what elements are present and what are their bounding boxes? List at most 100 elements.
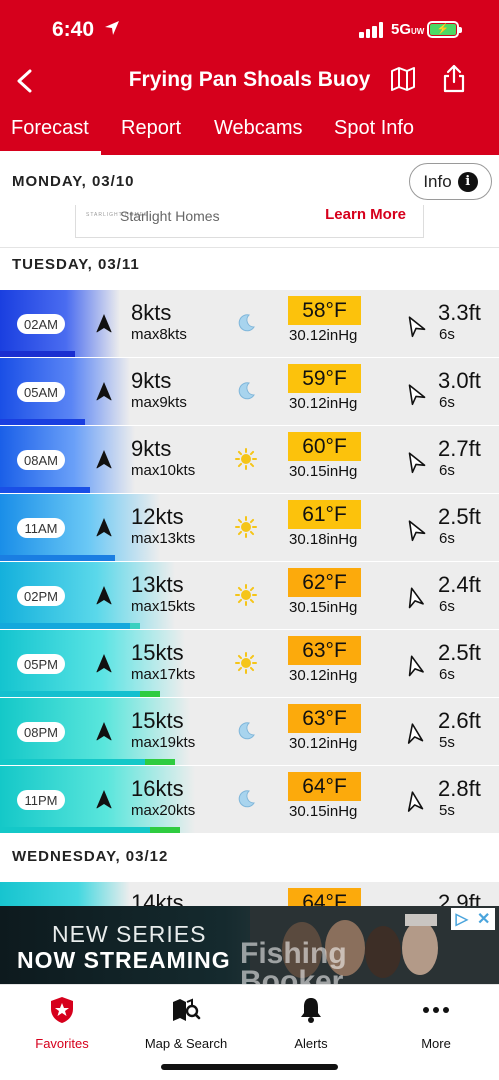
wave-height: 2.7ft bbox=[438, 436, 481, 461]
time-label: 08PM bbox=[17, 722, 65, 742]
wind-bar bbox=[0, 555, 115, 561]
temperature: 62°F bbox=[288, 568, 361, 597]
wind-gust: max13kts bbox=[131, 530, 196, 547]
nav-favorites[interactable]: Favorites bbox=[7, 995, 117, 1051]
ad-choices-button[interactable]: ▷ ✕ bbox=[451, 908, 495, 930]
forecast-row[interactable]: 02PM 13kts max15kts 62°F 30.15inHg 2.4ft 6s bbox=[0, 562, 499, 629]
sun-icon bbox=[235, 516, 257, 538]
temperature: 61°F bbox=[288, 500, 361, 529]
pressure: 30.15inHg bbox=[289, 463, 358, 480]
wind-bar bbox=[0, 419, 85, 425]
temperature: 64°F bbox=[288, 888, 361, 906]
wind-bar bbox=[0, 623, 130, 629]
forecast-row[interactable]: 08AM 9kts max10kts 60°F 30.15inHg 2.7ft 6s bbox=[0, 426, 499, 493]
wind-gust: max10kts bbox=[131, 462, 196, 479]
tab-webcams[interactable]: Webcams bbox=[214, 117, 303, 140]
wave-period: 6s bbox=[439, 326, 455, 343]
banner-ad-line1: NEW SERIES bbox=[52, 921, 207, 947]
star-badge-icon bbox=[51, 997, 73, 1023]
gust-bar bbox=[130, 623, 140, 629]
wind-gust: max17kts bbox=[131, 666, 196, 683]
nav-more[interactable]: More bbox=[381, 995, 491, 1051]
pressure: 30.12inHg bbox=[289, 667, 358, 684]
tab-spot-info[interactable]: Spot Info bbox=[334, 117, 414, 140]
forecast-row[interactable]: 11AM 12kts max13kts 61°F 30.18inHg 2.5ft 6s bbox=[0, 494, 499, 561]
sun-icon bbox=[235, 584, 257, 606]
forecast-row[interactable]: 11PM 16kts max20kts 64°F 30.15inHg 2.8ft 5s bbox=[0, 766, 499, 833]
moon-icon bbox=[238, 722, 255, 740]
location-arrow-icon bbox=[105, 21, 119, 35]
pressure: 30.12inHg bbox=[289, 735, 358, 752]
wind-gust: max9kts bbox=[131, 394, 187, 411]
forecast-row[interactable]: 05AM 9kts max9kts 59°F 30.12inHg 3.0ft 6s bbox=[0, 358, 499, 425]
time-label: 02PM bbox=[17, 586, 65, 606]
wave-height: 2.4ft bbox=[438, 572, 481, 597]
share-button[interactable] bbox=[441, 64, 469, 94]
status-bar: 6:40 5GUW ⚡ bbox=[0, 14, 499, 46]
wind-speed: 14kts bbox=[131, 890, 184, 906]
nav-bar: Frying Pan Shoals Buoy bbox=[0, 60, 499, 104]
banner-ad-line2: NOW STREAMING bbox=[17, 947, 231, 973]
wave-period: 6s bbox=[439, 666, 455, 683]
share-icon bbox=[443, 64, 465, 93]
info-button[interactable]: Info i bbox=[409, 163, 492, 200]
swell-direction-icon bbox=[407, 723, 424, 744]
forecast-row[interactable]: 05PM 15kts max17kts 63°F 30.12inHg 2.5ft 6s bbox=[0, 630, 499, 697]
ad-learn-more-link[interactable]: Learn More bbox=[325, 206, 406, 223]
pressure: 30.15inHg bbox=[289, 803, 358, 820]
time-label: 11PM bbox=[17, 790, 65, 810]
map-button[interactable] bbox=[390, 66, 418, 94]
nav-label: Alerts bbox=[294, 1036, 328, 1051]
wind-gust: max15kts bbox=[131, 598, 196, 615]
nav-map-search[interactable]: Map & Search bbox=[131, 995, 241, 1051]
temperature: 63°F bbox=[288, 704, 361, 733]
swell-direction-icon bbox=[407, 791, 424, 812]
wind-gust: max8kts bbox=[131, 326, 187, 343]
temperature: 63°F bbox=[288, 636, 361, 665]
forecast-row[interactable]: 02AM 8kts max8kts 58°F 30.12inHg 3.3ft 6s bbox=[0, 290, 499, 357]
sponsored-ad[interactable]: STARLIGHT HOMES Starlight Homes Learn Mo… bbox=[75, 205, 424, 238]
map-icon bbox=[391, 67, 415, 91]
time-label: 05AM bbox=[17, 382, 65, 402]
wave-height: 3.3ft bbox=[438, 300, 481, 325]
wave-height: 2.5ft bbox=[438, 504, 481, 529]
tab-forecast[interactable]: Forecast bbox=[11, 117, 89, 140]
pressure: 30.12inHg bbox=[289, 327, 358, 344]
pressure: 30.18inHg bbox=[289, 531, 358, 548]
home-indicator bbox=[161, 1064, 338, 1070]
tab-bar: Forecast Report Webcams Spot Info bbox=[0, 115, 499, 155]
wind-bar bbox=[0, 351, 75, 357]
wind-gust: max20kts bbox=[131, 802, 196, 819]
swell-direction-icon bbox=[408, 452, 426, 474]
swell-direction-icon bbox=[408, 384, 426, 406]
moon-icon bbox=[238, 314, 255, 332]
wind-speed: 16kts bbox=[131, 776, 184, 801]
tab-report[interactable]: Report bbox=[121, 117, 181, 140]
status-time: 6:40 bbox=[52, 18, 95, 41]
nav-label: Favorites bbox=[35, 1036, 89, 1051]
wave-height: 3.0ft bbox=[438, 368, 481, 393]
wave-period: 6s bbox=[439, 462, 455, 479]
wind-speed: 12kts bbox=[131, 504, 184, 529]
wind-speed: 15kts bbox=[131, 640, 184, 665]
charging-battery-icon: ⚡ bbox=[427, 21, 462, 38]
forecast-row[interactable]: 08PM 15kts max19kts 63°F 30.12inHg 2.6ft 5s bbox=[0, 698, 499, 765]
wave-period: 6s bbox=[439, 394, 455, 411]
gust-bar bbox=[140, 691, 160, 697]
wave-height: 2.8ft bbox=[438, 776, 481, 801]
wave-height: 2.5ft bbox=[438, 640, 481, 665]
wind-speed: 8kts bbox=[131, 300, 172, 325]
divider bbox=[0, 247, 499, 248]
map-search-icon bbox=[173, 998, 201, 1021]
time-label: 02AM bbox=[17, 314, 65, 334]
forecast-row-peek[interactable]: 14kts 64°F 2.9ft bbox=[0, 882, 499, 906]
close-ad-icon[interactable]: ✕ bbox=[477, 909, 490, 929]
wind-speed: 13kts bbox=[131, 572, 184, 597]
nav-alerts[interactable]: Alerts bbox=[256, 995, 366, 1051]
moon-icon bbox=[238, 382, 255, 400]
swell-direction-icon bbox=[408, 520, 426, 542]
moon-icon bbox=[238, 790, 255, 808]
wave-height: 2.6ft bbox=[438, 708, 481, 733]
network-indicator: 5GUW bbox=[391, 21, 425, 38]
pressure: 30.12inHg bbox=[289, 395, 358, 412]
